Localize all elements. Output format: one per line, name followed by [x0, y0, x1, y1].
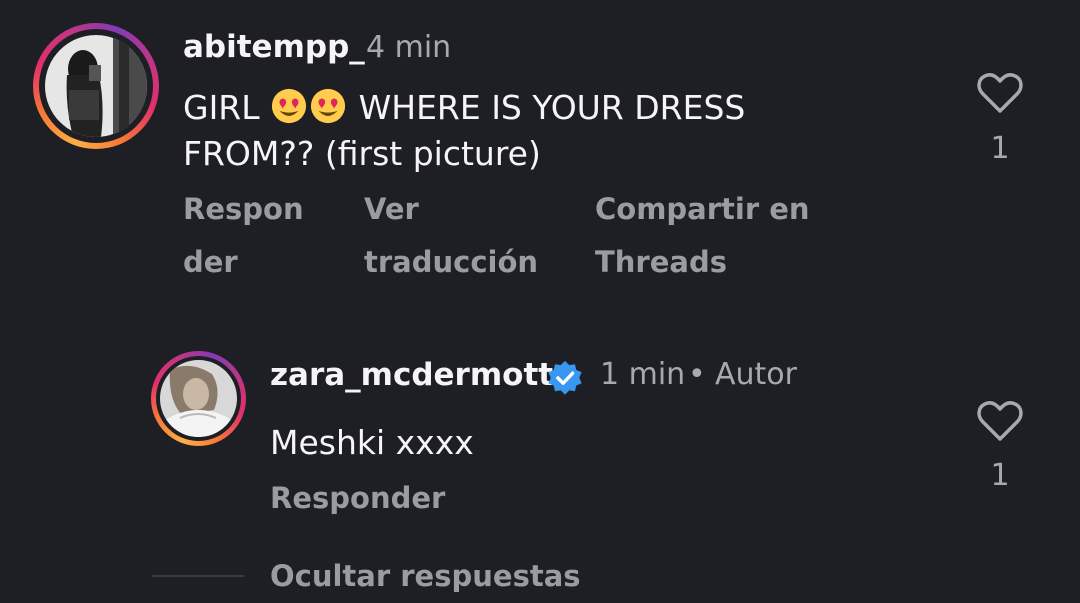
like-count: 1: [990, 458, 1010, 493]
author-label: Autor: [715, 357, 797, 392]
verified-badge-icon: [546, 359, 584, 401]
avatar-photo: [160, 360, 237, 437]
avatar-photo: [45, 35, 147, 137]
share-label-line1: Compartir en: [595, 192, 810, 226]
replies-divider: [152, 575, 244, 577]
share-threads-button[interactable]: Compartir en Threads: [595, 183, 810, 289]
like-count: 1: [990, 131, 1010, 166]
share-label-line2: Threads: [595, 245, 727, 279]
heart-icon: [977, 401, 1023, 441]
translation-label-line2: traducción: [364, 245, 539, 279]
username[interactable]: abitempp_: [183, 29, 365, 65]
hide-replies-button[interactable]: Ocultar respuestas: [270, 550, 581, 603]
translation-label-line1: Ver: [364, 192, 419, 226]
reply-button[interactable]: Respon der: [183, 183, 304, 289]
see-translation-button[interactable]: Ver traducción: [364, 183, 538, 289]
reply-label-line2: der: [183, 245, 238, 279]
heart-eyes-emoji: [270, 88, 359, 127]
timestamp: 1 min: [600, 357, 686, 392]
heart-icon: [977, 73, 1023, 113]
like-button[interactable]: [977, 400, 1023, 446]
comment-text-start: GIRL: [183, 88, 260, 127]
comment-text-line2: FROM?? (first picture): [183, 134, 541, 173]
username[interactable]: zara_mcdermott: [270, 357, 553, 393]
comment-text-end: WHERE IS YOUR DRESS: [358, 88, 746, 127]
comment-text: Meshki xxxx: [270, 423, 474, 462]
comment-text: GIRL WHERE IS YOUR DRESS: [183, 85, 745, 131]
like-button[interactable]: [977, 72, 1023, 118]
timestamp: 4 min: [366, 30, 452, 65]
reply-button[interactable]: Responder: [270, 472, 445, 525]
reply-label-line1: Respon: [183, 192, 304, 226]
separator-dot: •: [688, 357, 706, 392]
